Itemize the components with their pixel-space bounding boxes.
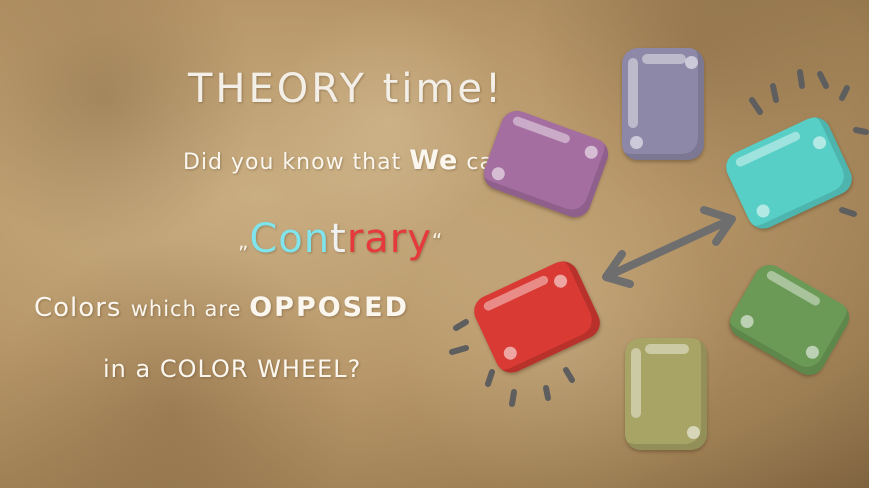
arrow-and-accent-marks [449,69,869,407]
sparkle-marks-icon [449,69,869,407]
slide-canvas: THEORY time! Did you know that We call „… [0,0,869,488]
double-arrow-icon [602,206,736,288]
